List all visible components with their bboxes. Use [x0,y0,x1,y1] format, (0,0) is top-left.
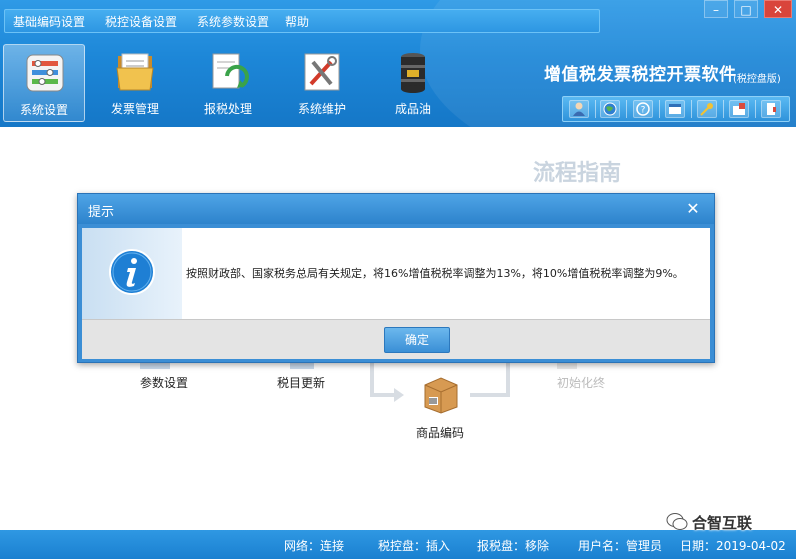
tool-tax-report[interactable]: 报税处理 [187,44,269,122]
key-icon[interactable] [697,100,717,118]
tool-label: 成品油 [394,102,431,116]
status-network: 网络：连接 [284,539,345,553]
minimize-button[interactable]: – [704,0,728,18]
status-bar: 网络：连接 税控盘：插入 报税盘：移除 用户名：管理员 日期：2019-04-0… [0,530,796,559]
exit-icon[interactable] [761,100,781,118]
flow-step-tax-update[interactable]: 税目更新 [277,374,325,391]
status-date: 日期：2019-04-02 [680,539,786,553]
tool-label: 报税处理 [203,102,252,116]
globe-icon[interactable] [600,100,620,118]
help-icon[interactable]: ? [633,100,653,118]
dialog-footer: 确定 [82,319,710,359]
menu-bar: 基础编码设置 税控设备设置 系统参数设置 帮助 [4,9,600,33]
tool-label: 系统维护 [297,102,346,116]
status-report-disk: 报税盘：移除 [477,539,550,553]
menu-help[interactable]: 帮助 [285,13,309,30]
watermark-text: 合智互联 [692,514,753,532]
flow-step-params[interactable]: 参数设置 [140,374,188,391]
dialog-body: 按照财政部、国家税务总局有关规定，将16%增值税税率调整为13%，将10%增值税… [82,228,710,319]
info-icon [109,249,155,295]
window-icon[interactable] [665,100,685,118]
tool-system-settings[interactable]: 系统设置 [3,44,85,122]
prompt-dialog: 提示 ✕ 按照财政部、国家税务总局有关规定，将16%增值税税率调整为13%，将1… [77,193,715,363]
menu-system-params[interactable]: 系统参数设置 [197,13,269,30]
folder-icon [116,53,154,91]
tool-refined-oil[interactable]: 成品油 [372,44,454,122]
dialog-icon-panel [82,228,182,319]
dialog-message: 按照财政部、国家税务总局有关规定，将16%增值税税率调整为13%，将10%增值税… [186,267,684,280]
lock-icon[interactable] [729,100,749,118]
tax-report-icon [212,53,249,89]
dialog-titlebar[interactable]: 提示 ✕ [78,194,714,224]
status-user: 用户名：管理员 [578,539,663,553]
app-subtitle: (税控盘版) [733,74,781,85]
tool-system-maintenance[interactable]: 系统维护 [281,44,363,122]
ok-button[interactable]: 确定 [384,327,450,353]
flow-step-init-end: 初始化终 [557,376,606,390]
svg-text:?: ? [641,106,646,116]
tools-icon [304,53,340,91]
close-window-button[interactable]: ✕ [764,0,792,18]
app-header: 基础编码设置 税控设备设置 系统参数设置 帮助 – □ ✕ 系统设置 发票管理 [0,0,796,127]
menu-basic-coding[interactable]: 基础编码设置 [13,13,85,30]
menu-tax-device[interactable]: 税控设备设置 [105,13,177,30]
flow-step-product-code[interactable]: 商品编码 [416,424,464,441]
user-icon[interactable] [569,100,589,118]
dialog-title: 提示 [88,205,115,220]
maximize-button[interactable]: □ [734,0,758,18]
settings-panel-icon [26,54,64,92]
status-tax-disk: 税控盘：插入 [378,539,451,553]
product-box-icon[interactable] [421,375,461,415]
dialog-close-icon[interactable]: ✕ [682,199,704,219]
quick-toolbar: ? [562,96,790,122]
wechat-icon [666,513,688,530]
tool-label: 系统设置 [19,103,68,117]
tool-label: 发票管理 [110,102,159,116]
tool-invoice-management[interactable]: 发票管理 [94,44,176,122]
app-title: 增值税发票税控开票软件 [544,65,737,85]
oil-barrel-icon [401,53,425,93]
